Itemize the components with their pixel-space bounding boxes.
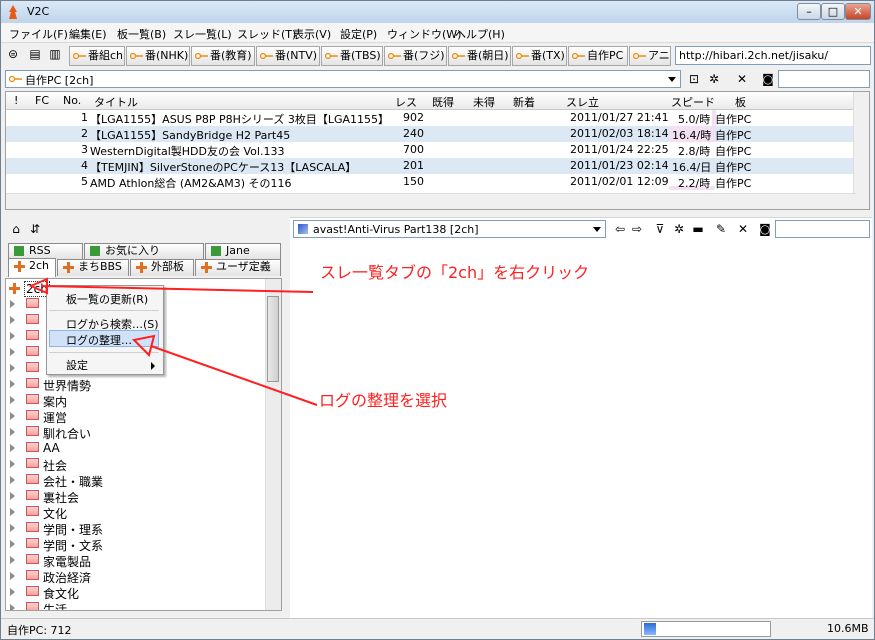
annotation-arrows bbox=[28, 277, 318, 406]
memory-usage: 10.6MB bbox=[827, 622, 869, 635]
annotation-right-click: スレ一覧タブの「2ch」を右クリック bbox=[320, 263, 590, 282]
arrow-line bbox=[40, 285, 314, 293]
arrow-line bbox=[150, 345, 318, 406]
status-bar: 自作PC: 712 10.6MB bbox=[1, 618, 874, 639]
progress-icon bbox=[644, 623, 656, 635]
annotation-select: ログの整理を選択 bbox=[319, 391, 448, 410]
app-window: V2C – □ ✕ ファイル(F) 編集(E) 板一覧(B) スレ一覧(L) ス… bbox=[0, 0, 875, 640]
progress-bar bbox=[641, 621, 771, 637]
status-text: 自作PC: 712 bbox=[7, 624, 72, 637]
arrowhead bbox=[131, 334, 156, 357]
